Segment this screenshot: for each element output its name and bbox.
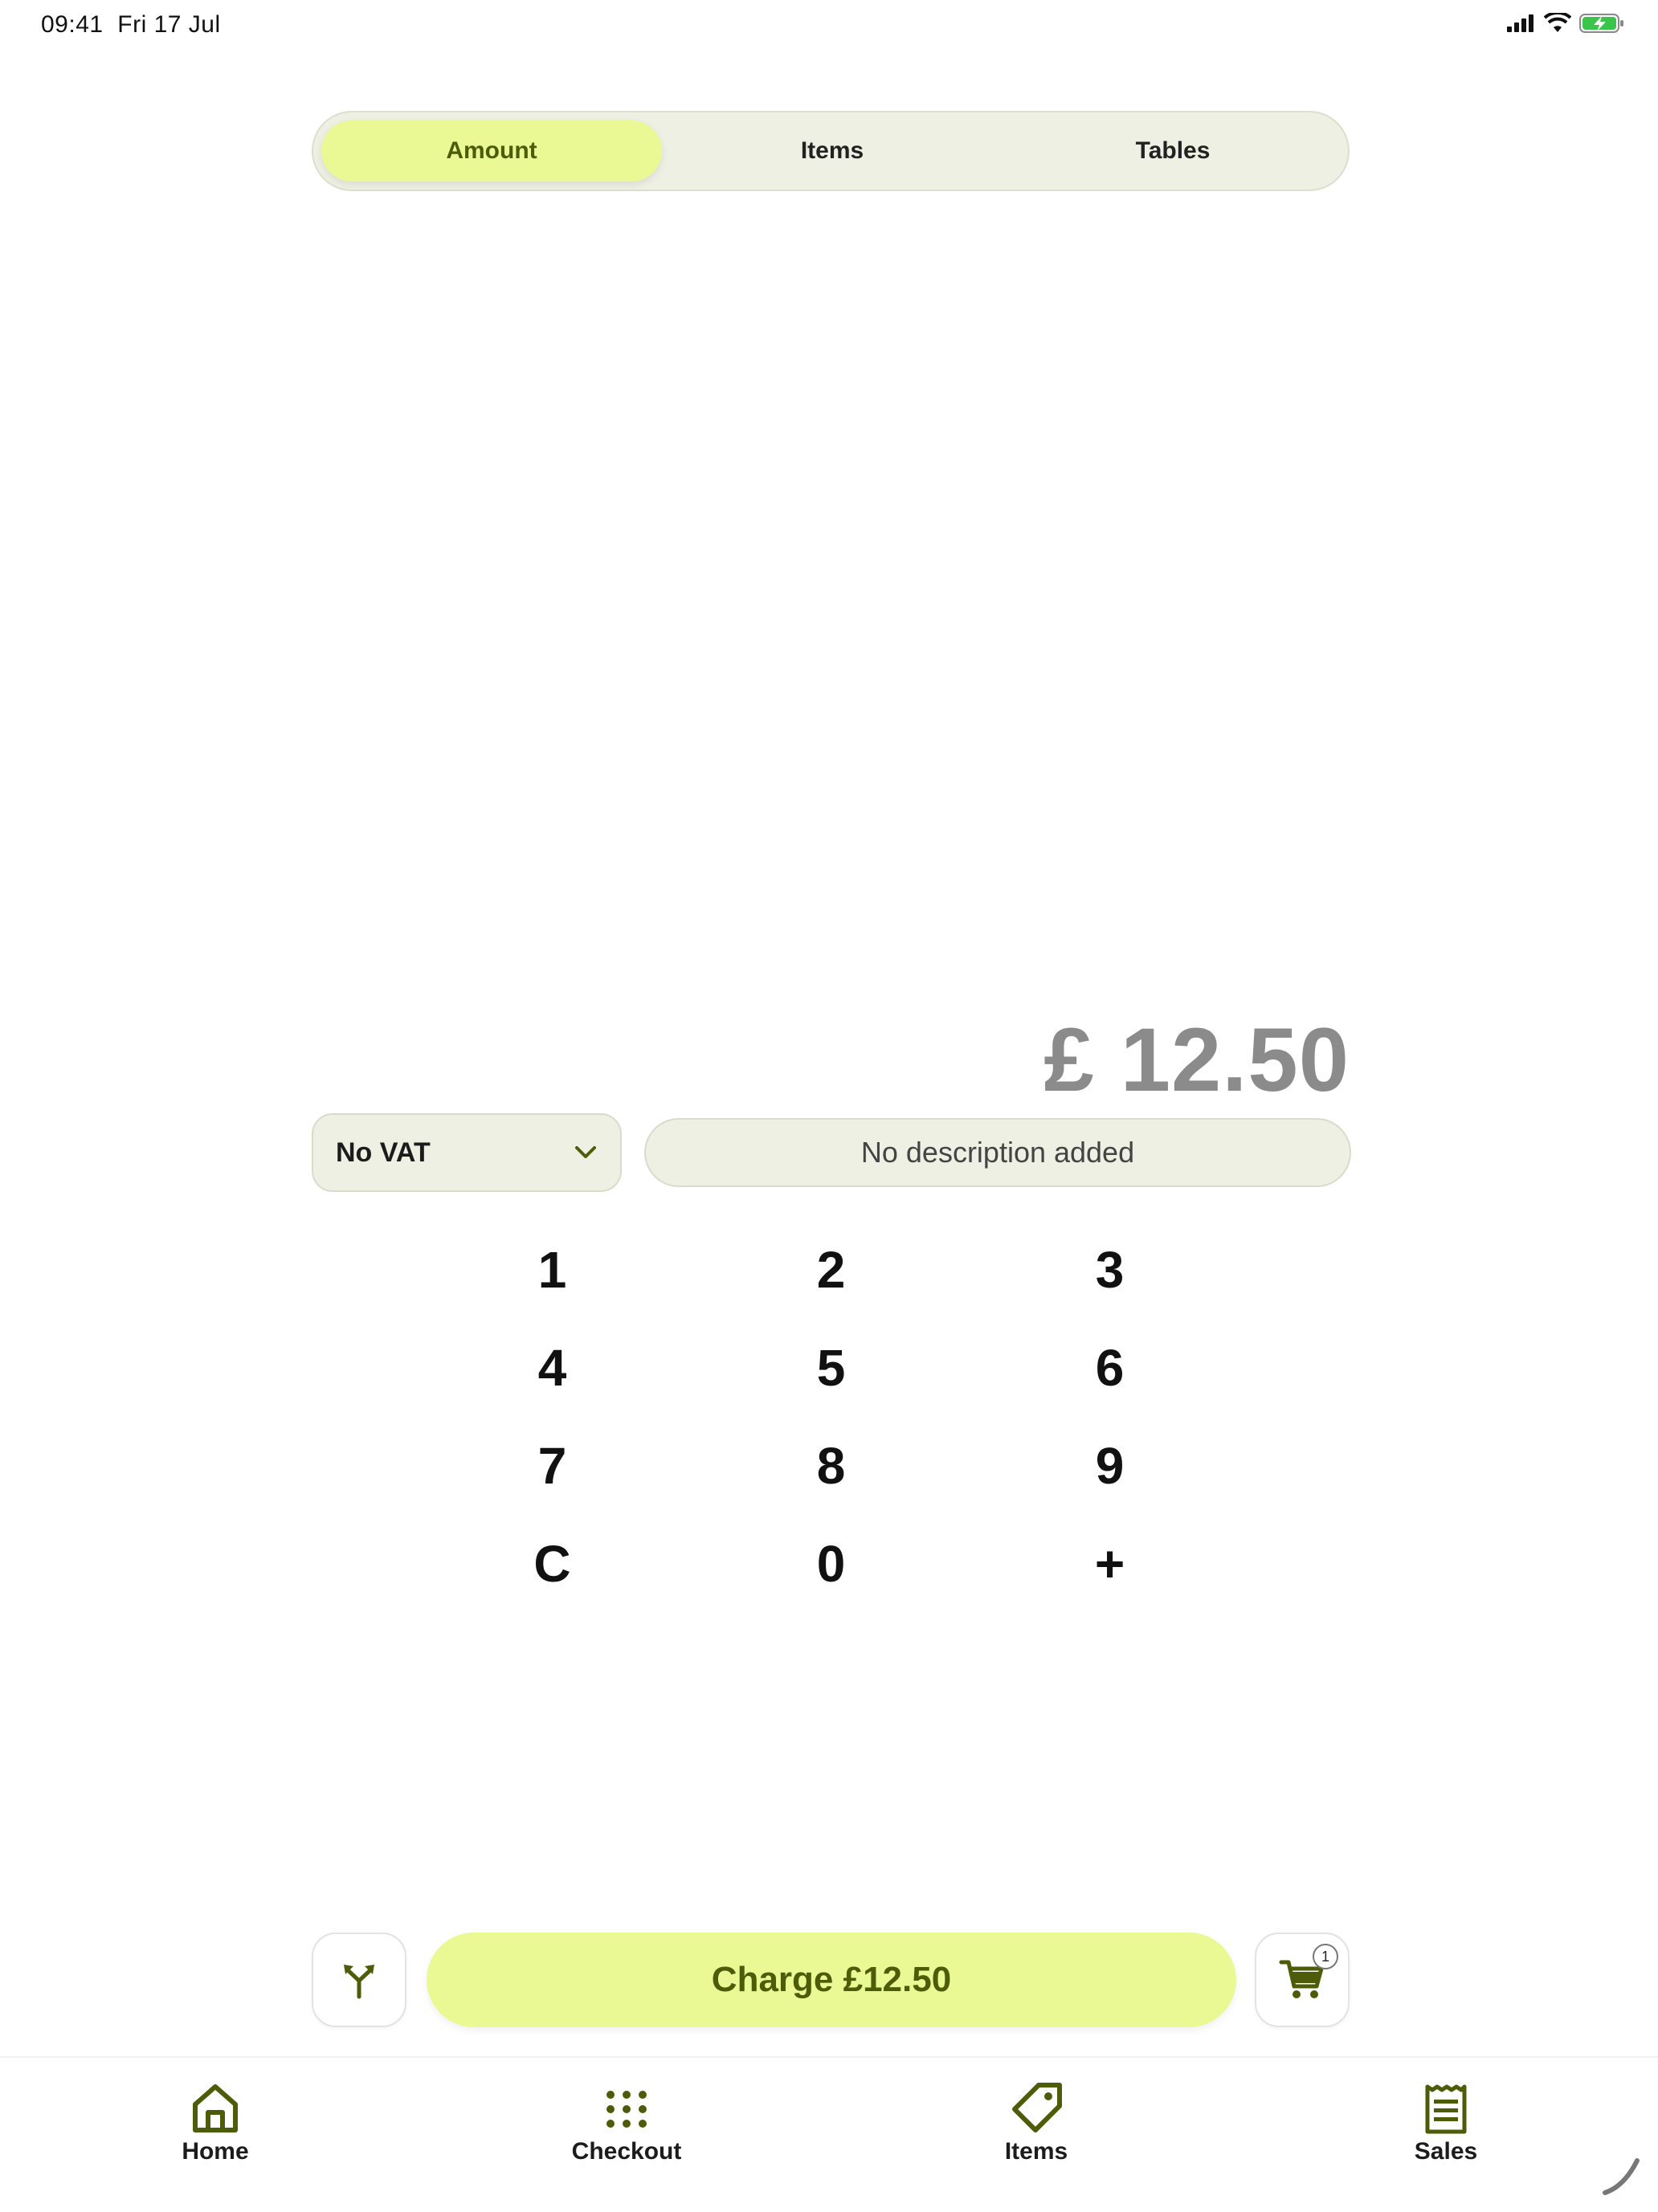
home-icon xyxy=(193,2084,238,2132)
split-button[interactable] xyxy=(312,1932,406,2027)
status-icons xyxy=(1507,13,1624,34)
key-plus[interactable]: + xyxy=(1039,1515,1180,1613)
description-placeholder: No description added xyxy=(860,1136,1135,1169)
status-time: 09:41 Fri 17 Jul xyxy=(41,11,221,39)
key-4[interactable]: 4 xyxy=(482,1319,623,1417)
description-field[interactable]: No description added xyxy=(644,1118,1351,1187)
charge-button[interactable]: Charge £12.50 xyxy=(427,1932,1236,2027)
cart-count-badge: 1 xyxy=(1313,1944,1338,1969)
tab-items[interactable]: Items xyxy=(662,120,1003,182)
key-9[interactable]: 9 xyxy=(1039,1417,1180,1515)
tag-icon xyxy=(1012,2083,1062,2132)
key-5[interactable]: 5 xyxy=(761,1319,901,1417)
tab-checkout[interactable]: Checkout xyxy=(530,2082,723,2165)
key-6[interactable]: 6 xyxy=(1039,1319,1180,1417)
tab-sales[interactable]: Sales xyxy=(1350,2082,1542,2165)
key-8[interactable]: 8 xyxy=(761,1417,901,1515)
wifi-icon xyxy=(1544,13,1571,32)
battery-charging-icon xyxy=(1579,14,1623,33)
tab-checkout-label: Checkout xyxy=(571,2138,682,2165)
cart-button[interactable]: 1 xyxy=(1255,1932,1350,2027)
vat-dropdown[interactable]: No VAT xyxy=(312,1113,622,1192)
tab-home-label: Home xyxy=(182,2138,249,2165)
chevron-down-icon xyxy=(575,1146,596,1158)
key-7[interactable]: 7 xyxy=(482,1417,623,1515)
tab-tables[interactable]: Tables xyxy=(1003,120,1343,182)
key-2[interactable]: 2 xyxy=(761,1221,901,1319)
tab-items-nav[interactable]: Items xyxy=(940,2082,1133,2165)
key-0[interactable]: 0 xyxy=(761,1515,901,1613)
keypad: 1 2 3 4 5 6 7 8 9 C 0 + xyxy=(482,1221,1317,1613)
tab-sales-label: Sales xyxy=(1414,2138,1478,2165)
status-clock: 09:41 xyxy=(41,11,104,38)
bottom-tab-bar: Home Checkout Items Sales xyxy=(0,2056,1658,2212)
tab-items-label: Items xyxy=(1004,2138,1068,2165)
key-3[interactable]: 3 xyxy=(1039,1221,1180,1319)
tab-home[interactable]: Home xyxy=(119,2082,312,2165)
grid-dots-icon xyxy=(606,2091,647,2128)
mode-segmented-control: Amount Items Tables xyxy=(312,111,1350,191)
key-clear[interactable]: C xyxy=(482,1515,623,1613)
vat-selected-value: No VAT xyxy=(336,1137,431,1168)
key-1[interactable]: 1 xyxy=(482,1221,623,1319)
signal-icon xyxy=(1507,14,1533,32)
receipt-icon xyxy=(1425,2084,1467,2134)
amount-display: £ 12.50 xyxy=(1043,1010,1350,1110)
status-date: Fri 17 Jul xyxy=(117,11,221,38)
tab-amount[interactable]: Amount xyxy=(321,120,662,182)
split-arrows-icon xyxy=(344,1965,374,1999)
home-indicator-icon xyxy=(1603,2158,1640,2195)
